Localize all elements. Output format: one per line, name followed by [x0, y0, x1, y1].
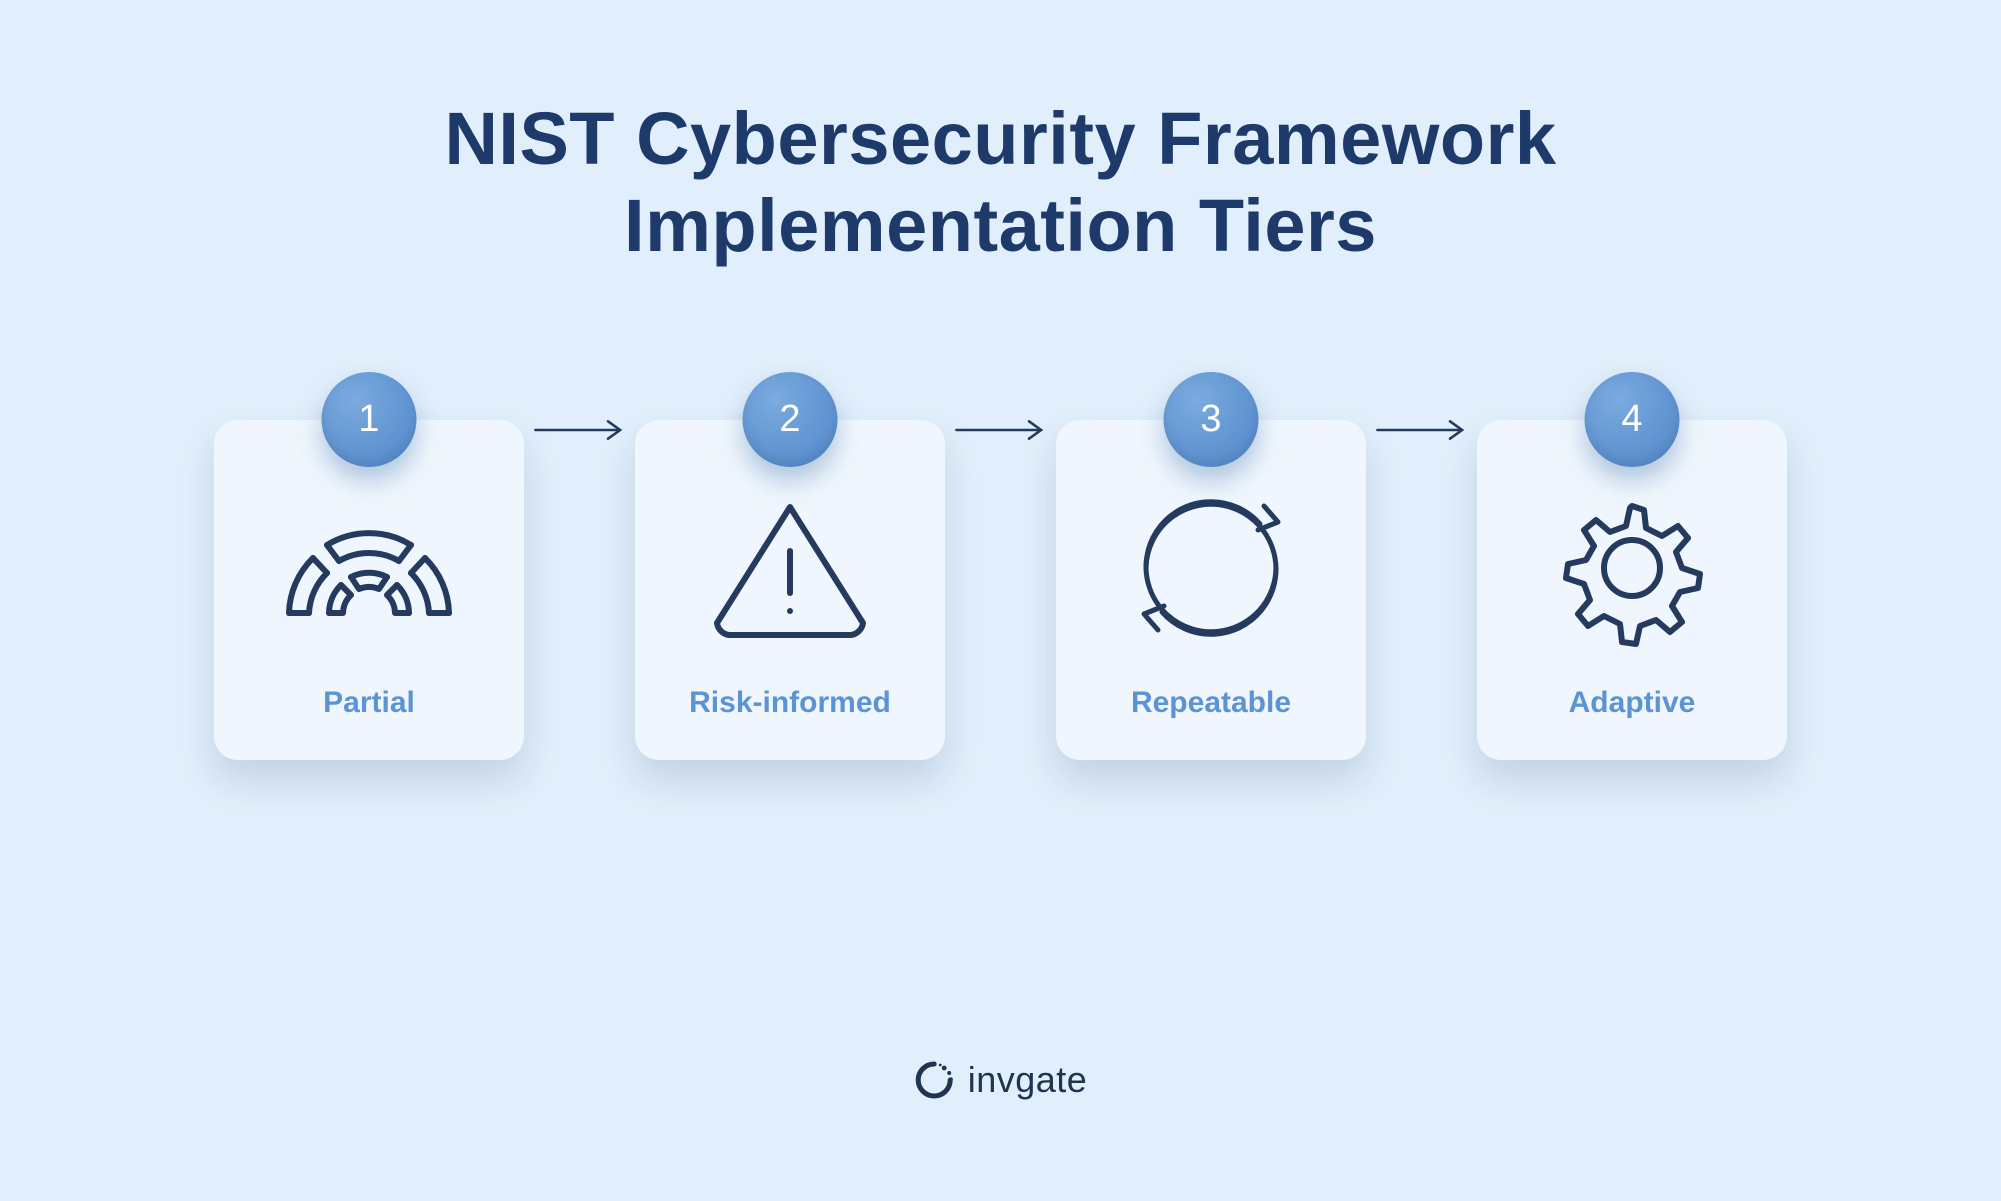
- tier-card-3: 3 Repeatable: [1056, 420, 1366, 760]
- page-title: NIST Cybersecurity Framework Implementat…: [444, 95, 1556, 270]
- tier-card-body-2: Risk-informed: [635, 420, 945, 760]
- tier-card-4: 4 Adaptive: [1477, 420, 1787, 760]
- tier-label-1: Partial: [323, 686, 415, 720]
- title-line-2: Implementation Tiers: [624, 184, 1377, 267]
- gauge-icon: [269, 460, 469, 676]
- tier-card-1: 1: [214, 420, 524, 760]
- tier-label-2: Risk-informed: [689, 686, 891, 720]
- arrow-icon: [953, 400, 1048, 460]
- tier-card-body-1: Partial: [214, 420, 524, 760]
- tier-card-body-3: Repeatable: [1056, 420, 1366, 760]
- tier-card-2: 2 Risk-informed: [635, 420, 945, 760]
- warning-icon: [705, 460, 875, 676]
- brand-footer: invgate: [914, 1059, 1088, 1101]
- tier-badge-1: 1: [322, 372, 417, 467]
- gear-icon: [1552, 460, 1712, 676]
- brand-name: invgate: [968, 1059, 1088, 1101]
- diagram-page: NIST Cybersecurity Framework Implementat…: [0, 0, 2001, 1201]
- invgate-logo-icon: [914, 1060, 954, 1100]
- tier-card-body-4: Adaptive: [1477, 420, 1787, 760]
- tier-badge-3: 3: [1164, 372, 1259, 467]
- cycle-icon: [1126, 460, 1296, 676]
- arrow-icon: [532, 400, 627, 460]
- tiers-row: 1: [214, 420, 1787, 760]
- tier-badge-2: 2: [743, 372, 838, 467]
- title-line-1: NIST Cybersecurity Framework: [444, 97, 1556, 180]
- arrow-icon: [1374, 400, 1469, 460]
- tier-label-3: Repeatable: [1131, 686, 1291, 720]
- tier-badge-4: 4: [1585, 372, 1680, 467]
- tier-label-4: Adaptive: [1569, 686, 1696, 720]
